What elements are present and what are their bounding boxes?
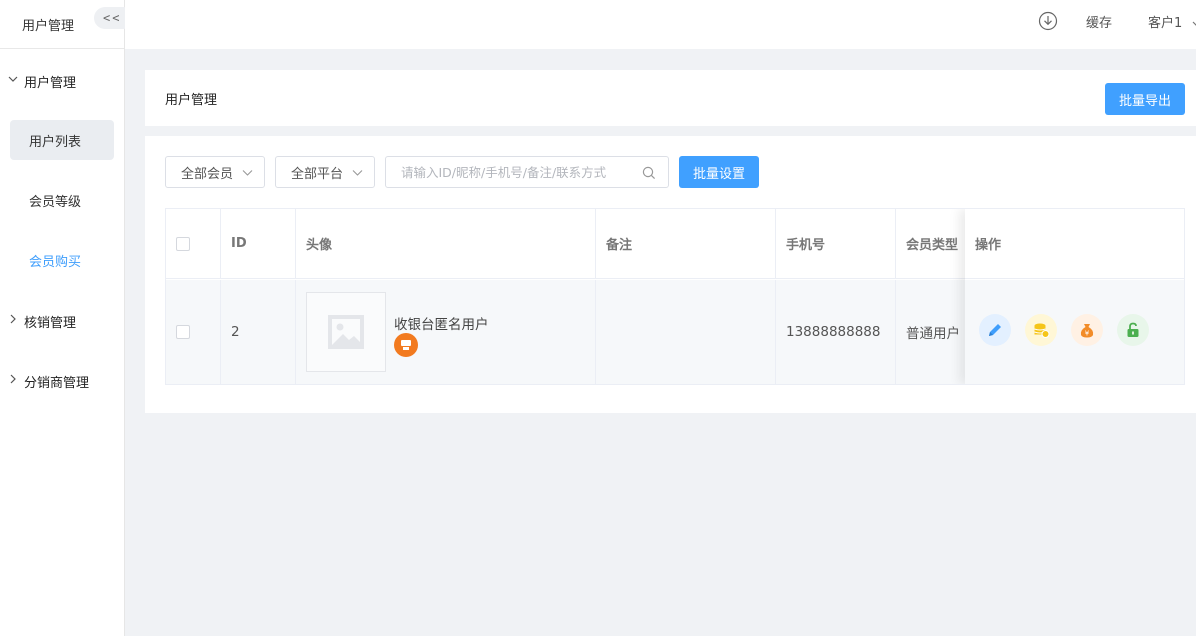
platform-filter-value: 全部平台: [291, 166, 344, 182]
page-header: 用户管理 批量导出: [145, 70, 1196, 126]
user-name: 收银台匿名用户: [394, 317, 489, 333]
download-icon[interactable]: [1038, 11, 1058, 31]
search-box: [385, 156, 669, 188]
column-header-id[interactable]: ID: [221, 209, 296, 278]
table-horizontal-scrollbar[interactable]: [166, 384, 1185, 385]
cell-phone: 13888888888: [776, 280, 896, 384]
cache-button[interactable]: 缓存: [1086, 12, 1112, 31]
chevron-down-icon: [1192, 21, 1196, 25]
chevron-down-icon: [242, 170, 253, 176]
sidebar-item-label: 用户列表: [29, 134, 82, 150]
row-select-cell: [166, 280, 221, 384]
column-header-avatar: 头像: [296, 209, 596, 278]
menu-group-label: 分销商管理: [24, 375, 90, 391]
sidebar-item-member-purchase[interactable]: 会员购买: [10, 240, 114, 280]
menu-group-label: 核销管理: [24, 315, 77, 331]
edit-icon[interactable]: [979, 314, 1011, 346]
cell-id: 2: [221, 280, 296, 384]
member-filter-select[interactable]: 全部会员: [165, 156, 265, 188]
menu-group-verification[interactable]: 核销管理: [0, 309, 125, 333]
batch-settings-button[interactable]: 批量设置: [679, 156, 759, 188]
sidebar-item-label: 会员等级: [29, 194, 82, 210]
sidebar: 用户管理 用户管理 用户列表 会员等级 会员购买 核销管理 分销商管理: [0, 0, 125, 636]
cell-remark: [596, 280, 776, 384]
svg-text:¥: ¥: [1085, 330, 1090, 338]
top-bar: 缓存 客户1: [125, 0, 1196, 49]
chevron-down-icon: [352, 170, 363, 176]
unlock-icon[interactable]: [1117, 314, 1149, 346]
member-filter-value: 全部会员: [181, 166, 234, 182]
avatar: [306, 292, 386, 372]
menu-group-label: 用户管理: [24, 75, 77, 91]
sidebar-item-member-level[interactable]: 会员等级: [10, 180, 114, 220]
header-select-cell: [166, 209, 221, 278]
sidebar-title: 用户管理: [22, 18, 75, 34]
menu-group-distributor[interactable]: 分销商管理: [0, 369, 125, 393]
actions-column: 操作 ¥: [965, 209, 1184, 384]
money-bag-icon[interactable]: ¥: [1071, 314, 1103, 346]
actions-cell: ¥: [965, 280, 1184, 384]
platform-filter-select[interactable]: 全部平台: [275, 156, 375, 188]
sidebar-item-label: 会员购买: [29, 254, 82, 270]
row-checkbox[interactable]: [176, 325, 190, 339]
batch-export-button[interactable]: 批量导出: [1105, 83, 1185, 115]
select-all-checkbox[interactable]: [176, 236, 190, 251]
column-header-remark: 备注: [596, 209, 776, 278]
chevron-right-icon: [10, 374, 16, 384]
image-placeholder-icon: [328, 315, 364, 349]
search-icon[interactable]: [642, 166, 656, 180]
user-menu[interactable]: 客户1: [1148, 12, 1196, 31]
page-title: 用户管理: [165, 93, 218, 108]
sidebar-item-user-list[interactable]: 用户列表: [10, 120, 114, 160]
chevron-down-icon: [8, 76, 18, 82]
search-input[interactable]: [401, 164, 641, 180]
user-name: 客户1: [1148, 16, 1183, 31]
cell-avatar: 收银台匿名用户: [296, 280, 596, 384]
menu-group-user-management[interactable]: 用户管理: [0, 69, 125, 93]
column-header-actions: 操作: [965, 209, 1184, 279]
cashier-icon: [394, 333, 418, 357]
coins-icon[interactable]: [1025, 314, 1057, 346]
column-header-phone: 手机号: [776, 209, 896, 278]
user-table: ID 头像 备注 手机号 会员类型 2 收银台匿名用户 13888888888 …: [165, 208, 1185, 385]
chevron-right-icon: [10, 314, 16, 324]
user-list-panel: 全部会员 全部平台 批量设置 ID 头像 备注 手机号 会员类型 2: [145, 136, 1196, 413]
